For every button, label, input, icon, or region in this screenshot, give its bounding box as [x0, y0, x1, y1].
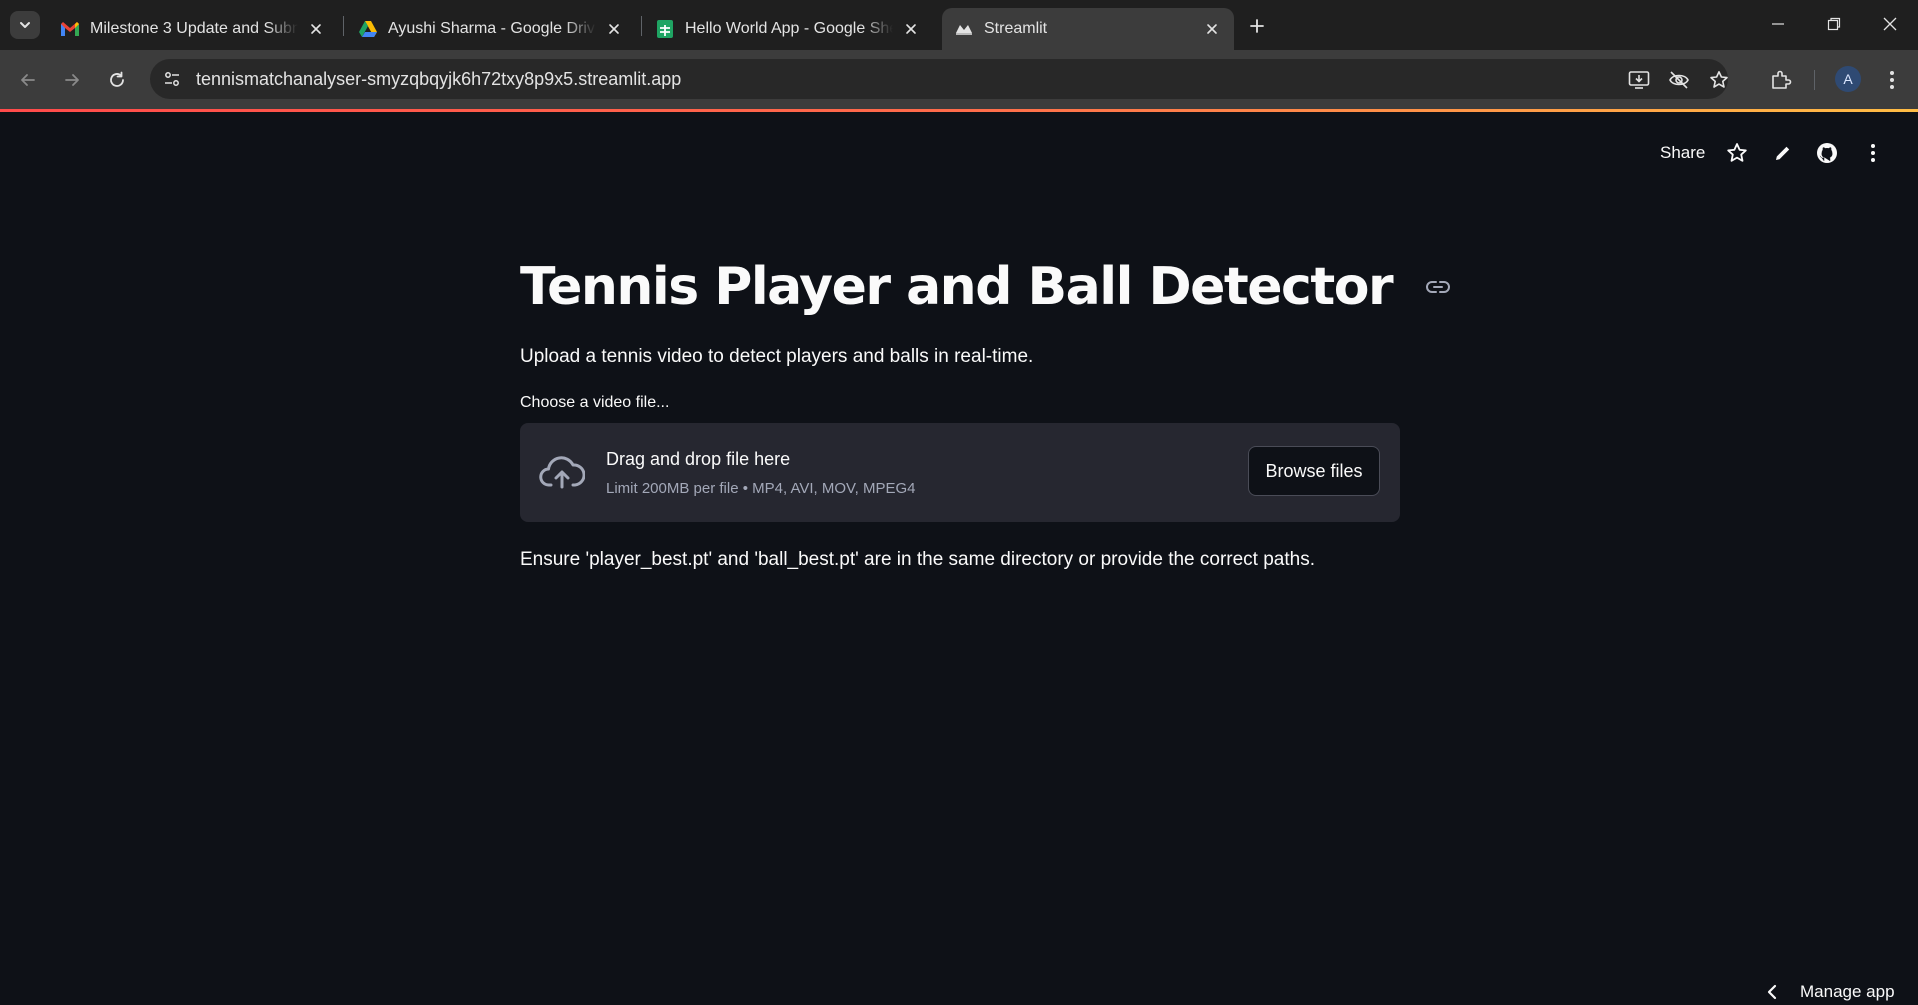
browser-tab-strip: Milestone 3 Update and Submission Ayushi…	[0, 0, 1918, 50]
eye-off-icon[interactable]	[1667, 68, 1691, 92]
reload-button[interactable]	[101, 64, 133, 96]
streamlit-icon	[954, 19, 974, 39]
url-text[interactable]: tennismatchanalyser-smyzqbqyjk6h72txy8p9…	[196, 69, 681, 90]
share-button[interactable]: Share	[1660, 143, 1705, 163]
reload-icon	[110, 71, 124, 87]
manage-app-label: Manage app	[1800, 982, 1895, 1001]
extensions-icon[interactable]	[1765, 64, 1797, 96]
cloud-upload-icon	[539, 456, 585, 489]
page-title: Tennis Player and Ball Detector	[520, 257, 1394, 317]
bookmark-star-icon[interactable]	[1707, 68, 1731, 92]
google-sheets-icon	[655, 19, 675, 39]
site-info-button[interactable]	[158, 65, 186, 93]
tab-separator	[343, 16, 344, 36]
tab-google-sheets[interactable]: Hello World App - Google Sheets	[643, 8, 933, 50]
anchor-link-icon[interactable]	[1426, 274, 1451, 300]
tab-search-button[interactable]	[10, 11, 40, 39]
tab-title: Hello World App - Google Sheets	[685, 20, 893, 37]
page-subtitle: Upload a tennis video to detect players …	[520, 346, 1034, 367]
close-tab-icon[interactable]	[306, 19, 326, 39]
plus-icon	[1250, 19, 1264, 33]
gmail-icon	[60, 19, 80, 39]
restore-button[interactable]	[1806, 6, 1862, 42]
tune-icon	[165, 72, 179, 86]
title-row: Tennis Player and Ball Detector	[520, 250, 1451, 324]
chevron-down-icon	[20, 22, 30, 28]
arrow-right-icon	[65, 74, 79, 86]
google-drive-icon	[358, 19, 378, 39]
manage-app-button[interactable]: Manage app	[1762, 982, 1895, 1002]
address-bar[interactable]: tennismatchanalyser-smyzqbqyjk6h72txy8p9…	[150, 59, 1728, 99]
close-window-button[interactable]	[1862, 6, 1918, 42]
tab-separator	[641, 16, 642, 36]
close-tab-icon[interactable]	[901, 19, 921, 39]
file-uploader-label: Choose a video file...	[520, 394, 670, 411]
toolbar-divider	[1814, 70, 1815, 90]
star-icon[interactable]	[1724, 140, 1750, 166]
app-menu-icon[interactable]	[1860, 140, 1886, 166]
browser-menu-icon[interactable]	[1876, 64, 1908, 96]
install-app-icon[interactable]	[1627, 68, 1651, 92]
tab-title: Streamlit	[984, 20, 1048, 37]
file-dropzone[interactable]: Drag and drop file here Limit 200MB per …	[520, 423, 1400, 522]
tab-title: Milestone 3 Update and Submission	[90, 20, 298, 37]
model-path-note: Ensure 'player_best.pt' and 'ball_best.p…	[520, 549, 1315, 570]
app-header: Share	[0, 112, 1918, 172]
edit-pencil-icon[interactable]	[1770, 140, 1796, 166]
new-tab-button[interactable]	[1243, 12, 1271, 40]
arrow-left-icon	[21, 74, 35, 86]
main-content: Tennis Player and Ball Detector Upload a…	[520, 250, 1451, 571]
chevron-left-icon	[1762, 982, 1782, 1002]
browse-files-button[interactable]: Browse files	[1248, 446, 1380, 496]
minimize-icon	[1772, 23, 1784, 25]
github-icon[interactable]	[1814, 140, 1840, 166]
tab-title: Ayushi Sharma - Google Drive	[388, 20, 596, 37]
close-tab-icon[interactable]	[1202, 19, 1222, 39]
restore-icon	[1827, 17, 1841, 31]
profile-avatar[interactable]: A	[1835, 66, 1861, 92]
browser-toolbar: tennismatchanalyser-smyzqbqyjk6h72txy8p9…	[0, 50, 1918, 109]
close-icon	[1883, 17, 1897, 31]
tab-google-drive[interactable]: Ayushi Sharma - Google Drive	[346, 8, 636, 50]
dropzone-instructions: Drag and drop file here	[606, 449, 791, 469]
minimize-button[interactable]	[1750, 6, 1806, 42]
forward-button[interactable]	[56, 64, 88, 96]
dropzone-limit-text: Limit 200MB per file • MP4, AVI, MOV, MP…	[606, 480, 916, 497]
tab-streamlit[interactable]: Streamlit	[942, 8, 1234, 50]
close-tab-icon[interactable]	[604, 19, 624, 39]
tab-gmail[interactable]: Milestone 3 Update and Submission	[48, 8, 338, 50]
back-button[interactable]	[12, 64, 44, 96]
